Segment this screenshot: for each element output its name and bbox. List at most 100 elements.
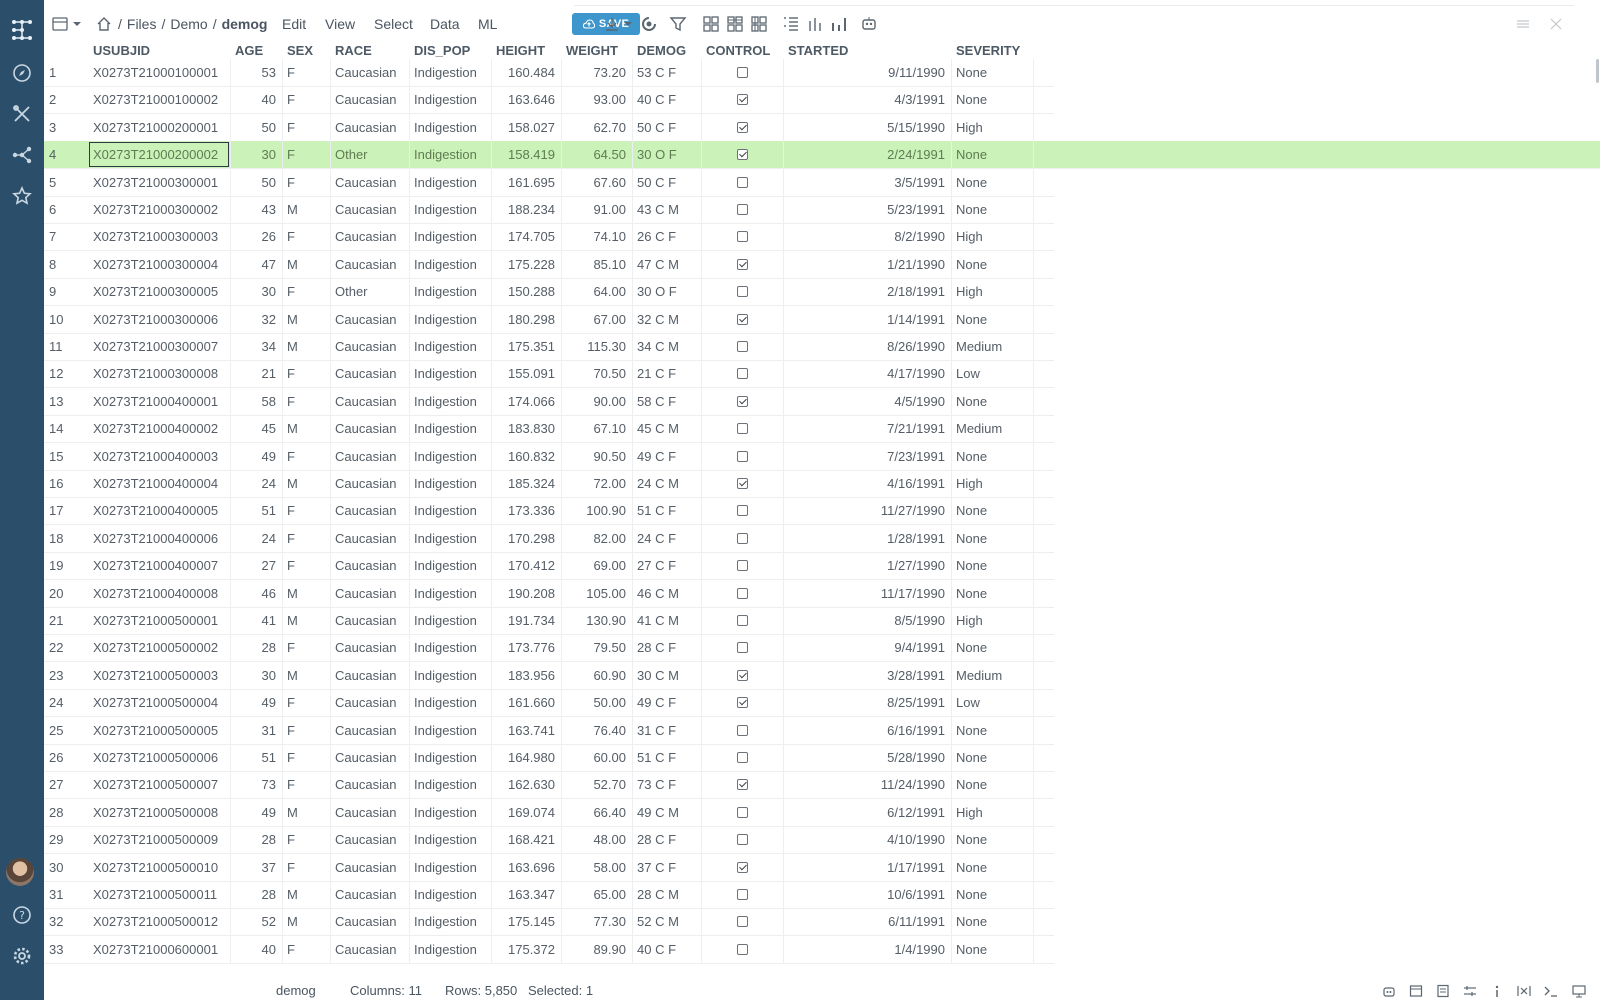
cell-control[interactable]: [701, 662, 783, 689]
cell-race[interactable]: Caucasian: [330, 59, 409, 86]
layout-1-icon[interactable]: [702, 13, 720, 35]
cell-severity[interactable]: None: [951, 936, 1033, 963]
cell-dis-pop[interactable]: Indigestion: [409, 169, 491, 196]
cell-severity[interactable]: High: [951, 114, 1033, 141]
control-checkbox[interactable]: [736, 478, 748, 489]
table-row[interactable]: 12 X0273T21000300008 21 F Caucasian Indigesti…: [44, 360, 1054, 389]
table-row[interactable]: 29 X0273T21000500009 28 F Caucasian Indigesti…: [44, 826, 1054, 855]
cell-severity[interactable]: None: [951, 141, 1033, 168]
cell-age[interactable]: 27: [230, 552, 282, 579]
cell-race[interactable]: Other: [330, 278, 409, 305]
cell-demog[interactable]: 46 C M: [632, 580, 701, 607]
table-row[interactable]: 19 X0273T21000400007 27 F Caucasian Indigesti…: [44, 552, 1054, 581]
cell-sex[interactable]: F: [282, 717, 330, 744]
table-row[interactable]: 25 X0273T21000500005 31 F Caucasian Indigesti…: [44, 716, 1054, 745]
cell-sex[interactable]: F: [282, 114, 330, 141]
control-checkbox[interactable]: [736, 806, 748, 818]
refresh-icon[interactable]: [640, 13, 658, 35]
cell-race[interactable]: Caucasian: [330, 333, 409, 360]
row-number[interactable]: 12: [44, 360, 88, 387]
table-row[interactable]: 9 X0273T21000300005 30 F Other Indigestion 150…: [44, 278, 1054, 307]
cell-severity[interactable]: None: [951, 908, 1033, 935]
row-number[interactable]: 19: [44, 552, 88, 579]
network-icon[interactable]: [0, 137, 44, 173]
cell-age[interactable]: 31: [230, 717, 282, 744]
cell-dis-pop[interactable]: Indigestion: [409, 360, 491, 387]
cell-weight[interactable]: 74.10: [561, 223, 632, 250]
cell-started[interactable]: 7/23/1991: [783, 443, 951, 470]
cell-age[interactable]: 21: [230, 360, 282, 387]
cell-usubjid[interactable]: X0273T21000500002: [88, 634, 230, 661]
cell-usubjid[interactable]: X0273T21000300001: [88, 169, 230, 196]
table-row[interactable]: 20 X0273T21000400008 46 M Caucasian Indigesti…: [44, 579, 1054, 608]
cell-started[interactable]: 2/18/1991: [783, 278, 951, 305]
cell-weight[interactable]: 115.30: [561, 333, 632, 360]
cell-demog[interactable]: 40 C F: [632, 86, 701, 113]
breadcrumb-demo[interactable]: Demo: [170, 16, 207, 32]
row-number[interactable]: 22: [44, 634, 88, 661]
cell-severity[interactable]: None: [951, 388, 1033, 415]
cell-control[interactable]: [701, 443, 783, 470]
cell-severity[interactable]: Low: [951, 689, 1033, 716]
cell-weight[interactable]: 62.70: [561, 114, 632, 141]
cell-sex[interactable]: M: [282, 251, 330, 278]
cell-weight[interactable]: 50.00: [561, 689, 632, 716]
cell-severity[interactable]: Low: [951, 360, 1033, 387]
cell-dis-pop[interactable]: Indigestion: [409, 552, 491, 579]
cell-weight[interactable]: 67.60: [561, 169, 632, 196]
cell-age[interactable]: 43: [230, 196, 282, 223]
cell-height[interactable]: 175.351: [491, 333, 561, 360]
table-row[interactable]: 30 X0273T21000500010 37 F Caucasian Indigesti…: [44, 853, 1054, 882]
cell-control[interactable]: [701, 251, 783, 278]
cell-usubjid[interactable]: X0273T21000400002: [88, 415, 230, 442]
table-row[interactable]: 28 X0273T21000500008 49 M Caucasian Indigesti…: [44, 798, 1054, 827]
cell-height[interactable]: 175.145: [491, 908, 561, 935]
cell-sex[interactable]: F: [282, 443, 330, 470]
control-checkbox[interactable]: [736, 669, 748, 681]
cell-race[interactable]: Caucasian: [330, 552, 409, 579]
cell-age[interactable]: 50: [230, 169, 282, 196]
control-checkbox[interactable]: [736, 368, 748, 380]
control-checkbox[interactable]: [736, 943, 748, 955]
cell-dis-pop[interactable]: Indigestion: [409, 443, 491, 470]
cell-age[interactable]: 24: [230, 470, 282, 497]
table-row[interactable]: 1 X0273T21000100001 53 F Caucasian Indigestio…: [44, 59, 1054, 87]
cell-started[interactable]: 11/24/1990: [783, 771, 951, 798]
cell-race[interactable]: Caucasian: [330, 360, 409, 387]
cell-race[interactable]: Caucasian: [330, 114, 409, 141]
presentation-icon[interactable]: [1572, 984, 1586, 998]
cell-race[interactable]: Caucasian: [330, 689, 409, 716]
cell-severity[interactable]: None: [951, 59, 1033, 86]
cell-started[interactable]: 1/28/1991: [783, 525, 951, 552]
cell-weight[interactable]: 64.00: [561, 278, 632, 305]
robot-icon[interactable]: [1382, 984, 1396, 998]
cell-dis-pop[interactable]: Indigestion: [409, 470, 491, 497]
cell-age[interactable]: 51: [230, 497, 282, 524]
cell-sex[interactable]: M: [282, 908, 330, 935]
table-row[interactable]: 6 X0273T21000300002 43 M Caucasian Indigestio…: [44, 196, 1054, 224]
row-number[interactable]: 25: [44, 717, 88, 744]
cell-started[interactable]: 6/11/1991: [783, 908, 951, 935]
cell-dis-pop[interactable]: Indigestion: [409, 59, 491, 86]
cell-control[interactable]: [701, 278, 783, 305]
cell-age[interactable]: 46: [230, 580, 282, 607]
cell-dis-pop[interactable]: Indigestion: [409, 388, 491, 415]
cell-sex[interactable]: F: [282, 278, 330, 305]
control-checkbox[interactable]: [736, 450, 748, 462]
home-icon[interactable]: [96, 13, 112, 35]
cell-usubjid[interactable]: X0273T21000500005: [88, 717, 230, 744]
cell-dis-pop[interactable]: Indigestion: [409, 854, 491, 881]
control-checkbox[interactable]: [736, 697, 748, 709]
table-row[interactable]: 33 X0273T21000600001 40 F Caucasian Indigesti…: [44, 935, 1054, 964]
cell-weight[interactable]: 66.40: [561, 799, 632, 826]
cell-dis-pop[interactable]: Indigestion: [409, 114, 491, 141]
table-row[interactable]: 32 X0273T21000500012 52 M Caucasian Indigesti…: [44, 908, 1054, 937]
cell-weight[interactable]: 67.10: [561, 415, 632, 442]
cell-demog[interactable]: 49 C F: [632, 443, 701, 470]
cell-weight[interactable]: 64.50: [561, 141, 632, 168]
control-checkbox[interactable]: [736, 587, 748, 599]
cell-sex[interactable]: F: [282, 360, 330, 387]
table-view-icon[interactable]: [52, 13, 82, 35]
control-checkbox[interactable]: [736, 423, 748, 435]
console-icon[interactable]: [1544, 984, 1558, 998]
